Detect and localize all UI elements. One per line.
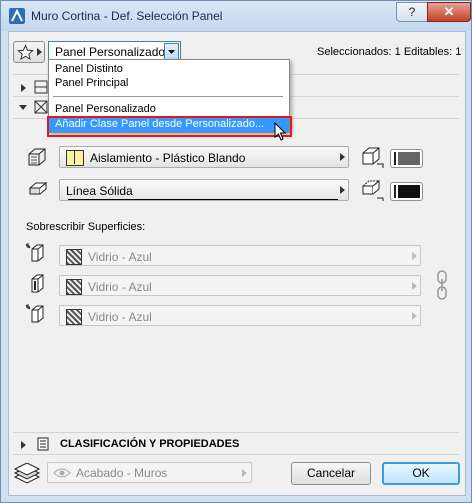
chain-link-icon[interactable] bbox=[436, 269, 448, 301]
building-material-field[interactable]: Aislamiento - Plástico Blando bbox=[59, 146, 349, 168]
line-override-icon[interactable] bbox=[360, 178, 386, 202]
chevron-right-icon bbox=[242, 469, 247, 477]
pen-divider bbox=[394, 152, 396, 165]
layer-field[interactable]: Acabado - Muros bbox=[47, 462, 252, 483]
dropdown-item-main[interactable]: Panel Principal bbox=[55, 77, 128, 89]
insulation-swatch-2 bbox=[74, 150, 75, 164]
solid-line-preview bbox=[68, 199, 338, 200]
pen-divider bbox=[394, 185, 396, 198]
surface-front-icon bbox=[25, 243, 44, 262]
dialog-window: Muro Cortina - Def. Selección Panel ? ✕ … bbox=[0, 0, 472, 503]
layer-value: Acabado - Muros bbox=[76, 466, 168, 480]
combo-drop-button[interactable] bbox=[164, 43, 179, 60]
archicad-icon bbox=[9, 8, 25, 24]
model-icon bbox=[34, 100, 48, 114]
chevron-right-icon bbox=[340, 153, 345, 161]
title-bar: Muro Cortina - Def. Selección Panel ? ✕ bbox=[1, 1, 471, 31]
cube-override-icon[interactable] bbox=[360, 145, 386, 169]
panel-icon bbox=[34, 80, 48, 94]
surface-field-3: Vidrio - Azul bbox=[59, 305, 421, 326]
dropdown-separator bbox=[53, 96, 283, 97]
section-divider bbox=[13, 432, 459, 433]
collapse-arrow-icon[interactable] bbox=[18, 102, 28, 112]
glass-swatch bbox=[66, 249, 82, 265]
highlight-frame bbox=[47, 116, 292, 137]
surface-value-2: Vidrio - Azul bbox=[88, 280, 152, 294]
chevron-right-icon bbox=[412, 252, 417, 260]
expand-arrow-icon[interactable] bbox=[21, 84, 26, 92]
eye-icon bbox=[53, 468, 71, 478]
chevron-right-icon bbox=[412, 282, 417, 290]
section-divider bbox=[13, 454, 459, 455]
classification-label[interactable]: CLASIFICACIÓN Y PROPIEDADES bbox=[60, 438, 239, 450]
chevron-down-icon bbox=[168, 50, 175, 54]
panel-type-value: Panel Personalizado bbox=[55, 45, 166, 59]
building-material-value: Aislamiento - Plástico Blando bbox=[90, 151, 246, 165]
ok-button[interactable]: OK bbox=[382, 462, 460, 485]
insulation-swatch bbox=[66, 150, 84, 166]
surface-field-2: Vidrio - Azul bbox=[59, 275, 421, 296]
pen-color-swatch bbox=[398, 185, 420, 198]
dropdown-item-distinct[interactable]: Panel Distinto bbox=[55, 63, 123, 75]
window-title: Muro Cortina - Def. Selección Panel bbox=[31, 9, 223, 23]
surface-field-1: Vidrio - Azul bbox=[59, 245, 421, 266]
line-type-value: Línea Sólida bbox=[66, 184, 133, 198]
dropdown-item-custom[interactable]: Panel Personalizado bbox=[55, 103, 156, 115]
classification-icon bbox=[37, 437, 49, 451]
favorites-button[interactable] bbox=[13, 41, 45, 63]
surface-edge-icon bbox=[31, 274, 44, 293]
mouse-cursor-icon bbox=[274, 122, 287, 141]
pen-color-swatch bbox=[398, 152, 420, 165]
cancel-label: Cancelar bbox=[306, 466, 356, 480]
surfaces-label: Sobrescribir Superficies: bbox=[26, 221, 146, 233]
selection-status: Seleccionados: 1 Editables: 1 bbox=[317, 46, 462, 58]
fill-pen-button[interactable] bbox=[390, 149, 423, 168]
expand-arrow-icon[interactable] bbox=[21, 441, 26, 449]
layer-icon bbox=[13, 463, 41, 484]
building-material-icon bbox=[28, 148, 46, 166]
cancel-button[interactable]: Cancelar bbox=[291, 462, 371, 485]
chevron-right-icon bbox=[37, 48, 42, 56]
dialog-body: Panel Personalizado Seleccionados: 1 Edi… bbox=[8, 31, 466, 496]
surface-back-icon bbox=[25, 304, 44, 323]
ok-label: OK bbox=[412, 466, 430, 480]
chevron-right-icon bbox=[412, 312, 417, 320]
glass-swatch bbox=[66, 279, 82, 295]
line-type-field[interactable]: Línea Sólida bbox=[59, 179, 349, 201]
surface-value-1: Vidrio - Azul bbox=[88, 250, 152, 264]
close-button[interactable]: ✕ bbox=[427, 2, 471, 22]
line-pen-button[interactable] bbox=[390, 182, 423, 201]
glass-swatch bbox=[66, 309, 82, 325]
chevron-right-icon bbox=[340, 186, 345, 194]
line-type-icon bbox=[28, 181, 48, 195]
surface-value-3: Vidrio - Azul bbox=[88, 310, 152, 324]
help-button[interactable]: ? bbox=[396, 2, 428, 22]
star-icon bbox=[17, 44, 34, 61]
